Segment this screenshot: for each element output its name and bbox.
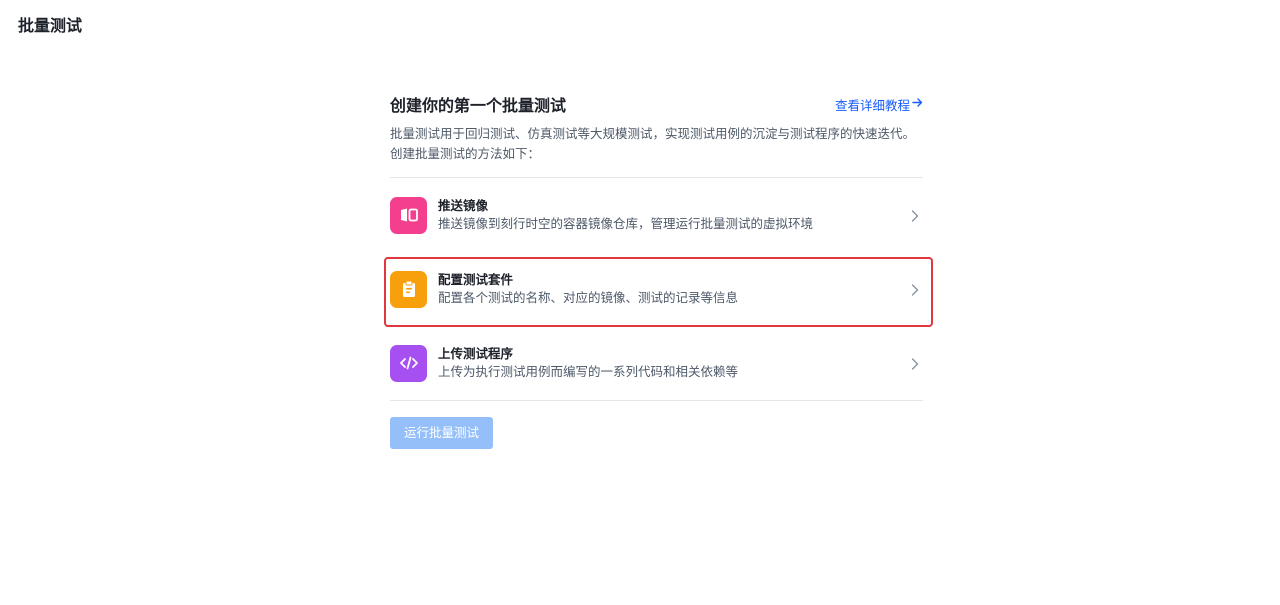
panel-title: 创建你的第一个批量测试 [390,96,567,115]
step-text: 推送镜像 推送镜像到刻行时空的容器镜像仓库，管理运行批量测试的虚拟环境 [438,197,813,233]
batch-test-panel: 创建你的第一个批量测试 查看详细教程 批量测试用于回归测试、仿真测试等大规模测试… [384,92,933,449]
run-batch-test-button[interactable]: 运行批量测试 [390,417,494,449]
intro-text: 批量测试用于回归测试、仿真测试等大规模测试，实现测试用例的沉淀与测试程序的快速迭… [390,126,916,161]
page-title: 批量测试 [18,16,83,35]
mirror-image-icon [390,196,427,234]
panel-header: 创建你的第一个批量测试 查看详细教程 [390,92,923,116]
chevron-right-icon [911,356,919,375]
step-upload-program[interactable]: 上传测试程序 上传为执行测试用例而编写的一系列代码和相关依赖等 [390,326,923,400]
code-icon [390,344,427,382]
step-description: 上传为执行测试用例而编写的一系列代码和相关依赖等 [438,364,739,379]
step-title: 推送镜像 [438,198,489,213]
step-push-image[interactable]: 推送镜像 推送镜像到刻行时空的容器镜像仓库，管理运行批量测试的虚拟环境 [390,178,923,252]
tutorial-link-label: 查看详细教程 [834,97,910,113]
clipboard-icon [390,270,427,308]
step-title: 上传测试程序 [438,346,514,361]
divider [390,400,923,401]
step-description: 配置各个测试的名称、对应的镜像、测试的记录等信息 [438,290,739,305]
step-description: 推送镜像到刻行时空的容器镜像仓库，管理运行批量测试的虚拟环境 [438,216,814,231]
tutorial-link[interactable]: 查看详细教程 [835,95,923,114]
step-text: 上传测试程序 上传为执行测试用例而编写的一系列代码和相关依赖等 [438,345,738,381]
arrow-right-icon [912,97,923,112]
chevron-right-icon [911,282,919,301]
step-title: 配置测试套件 [438,272,514,287]
step-text: 配置测试套件 配置各个测试的名称、对应的镜像、测试的记录等信息 [438,271,738,307]
step-list: 推送镜像 推送镜像到刻行时空的容器镜像仓库，管理运行批量测试的虚拟环境 配置测试… [384,178,933,400]
step-configure-suite[interactable]: 配置测试套件 配置各个测试的名称、对应的镜像、测试的记录等信息 [390,252,923,326]
chevron-right-icon [911,208,919,227]
